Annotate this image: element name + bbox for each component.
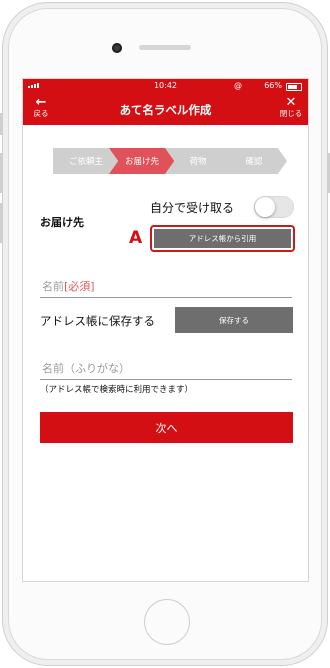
save-button[interactable]: 保存する [175,307,293,333]
required-tag: [必須] [64,280,95,293]
next-button[interactable]: 次へ [40,412,293,443]
close-icon: ✕ [285,95,297,110]
close-label: 閉じる [279,109,303,118]
rotation-lock-icon: @ [234,81,242,90]
self-receive-label: 自分で受け取る [150,201,235,215]
close-button[interactable]: ✕ 閉じる [278,95,304,119]
name-placeholder-text: 名前 [42,280,64,293]
page-title: あて名ラベル作成 [119,103,212,117]
save-address-label: アドレス帳に保存する [40,314,155,328]
annotation-marker: A [129,228,143,248]
volume-up-button [0,153,3,193]
destination-section-label: お届け先 [40,216,84,229]
step-confirm: 確認 [221,148,287,174]
kana-name-field[interactable]: 名前（ふりがな） [40,357,292,380]
app-screen: 10:42 @ 66% ← 戻る あて名ラベル作成 ✕ 閉じる ご依頼主 お届け… [22,78,309,582]
camera-icon [112,43,122,53]
step-sender: ご依頼主 [53,148,119,174]
step-destination: お届け先 [109,148,175,174]
battery-percent: 66% [264,81,282,90]
name-placeholder: 名前[必須] [42,278,95,294]
speaker-grille [139,45,191,50]
address-book-highlight: アドレス帳から引用 [150,225,295,252]
step-progress: ご依頼主 お届け先 荷物 確認 [53,148,287,174]
battery-icon [286,83,302,91]
home-button[interactable] [144,599,190,645]
kana-placeholder: 名前（ふりがな） [42,362,130,375]
name-field[interactable]: 名前[必須] [40,275,292,298]
status-bar: 10:42 @ 66% [23,79,308,93]
address-book-button[interactable]: アドレス帳から引用 [154,229,291,248]
step-package: 荷物 [165,148,231,174]
self-receive-toggle[interactable] [254,196,294,218]
nav-bar: ← 戻る あて名ラベル作成 ✕ 閉じる [23,93,308,125]
side-button [0,113,3,135]
toggle-knob [255,197,275,217]
volume-down-button [0,203,3,243]
kana-note: （アドレス帳で検索時に利用できます） [40,385,194,395]
